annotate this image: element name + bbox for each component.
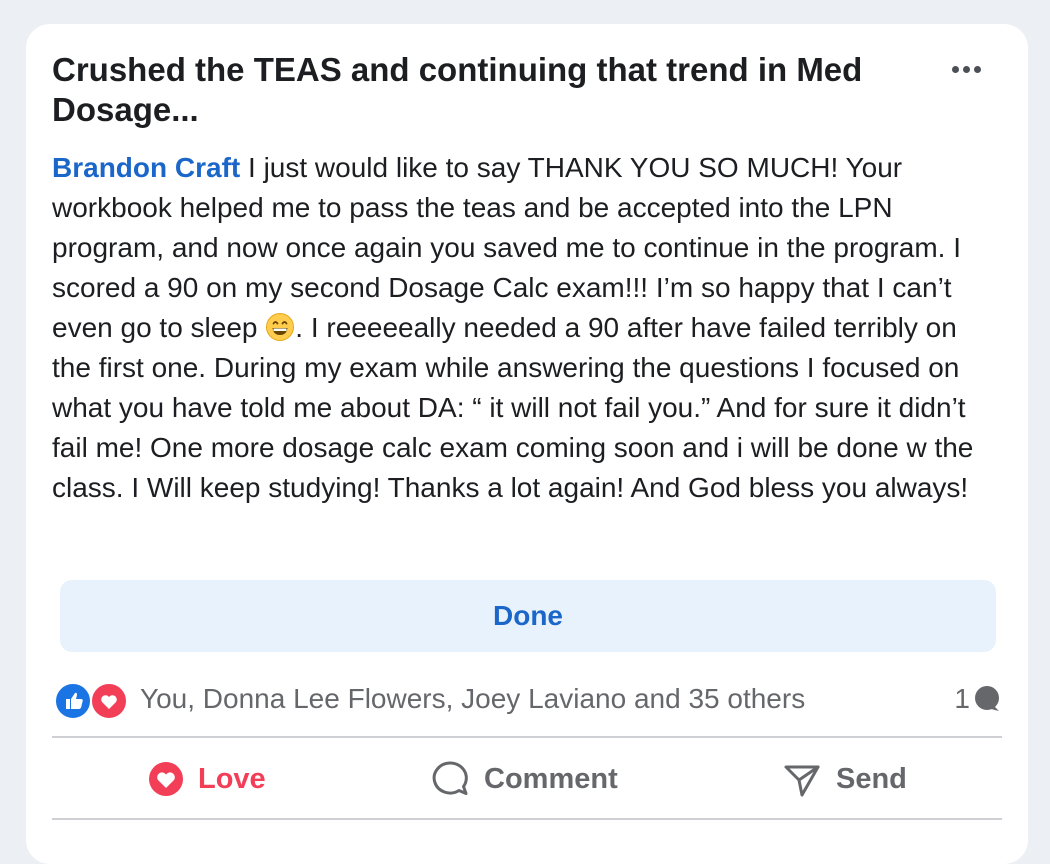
reaction-names[interactable]: You, Donna Lee Flowers, Joey Laviano and… <box>140 682 805 716</box>
divider <box>52 736 1002 738</box>
comment-label: Comment <box>484 762 618 795</box>
heart-icon <box>90 682 128 720</box>
like-icon <box>54 682 92 720</box>
grinning-face-icon <box>266 313 295 341</box>
post-body: Brandon Craft I just would like to say T… <box>52 148 1002 508</box>
send-button[interactable]: Send <box>782 740 907 818</box>
more-dot-icon <box>973 65 981 73</box>
send-label: Send <box>836 762 907 795</box>
author-link[interactable]: Brandon Craft <box>52 152 240 183</box>
love-button[interactable]: Love <box>148 740 266 818</box>
love-label: Love <box>198 762 266 795</box>
more-dot-icon <box>962 65 970 73</box>
comment-bubble-icon <box>975 686 999 711</box>
more-dot-icon <box>951 65 959 73</box>
reaction-icons <box>54 680 134 720</box>
reactions-summary[interactable]: You, Donna Lee Flowers, Joey Laviano and… <box>54 676 1002 720</box>
post-card: Crushed the TEAS and continuing that tre… <box>26 24 1028 864</box>
send-icon <box>784 765 820 797</box>
comment-icon <box>432 761 468 795</box>
comment-count[interactable]: 1 <box>954 682 1002 716</box>
divider <box>52 818 1002 820</box>
done-button[interactable]: Done <box>60 580 996 652</box>
heart-icon <box>149 762 183 796</box>
comment-button[interactable]: Comment <box>430 740 618 818</box>
post-title: Crushed the TEAS and continuing that tre… <box>52 51 863 128</box>
post-actions: Love Comment Send <box>52 740 1002 818</box>
comment-count-value: 1 <box>954 683 970 714</box>
more-options-button[interactable] <box>946 54 986 84</box>
